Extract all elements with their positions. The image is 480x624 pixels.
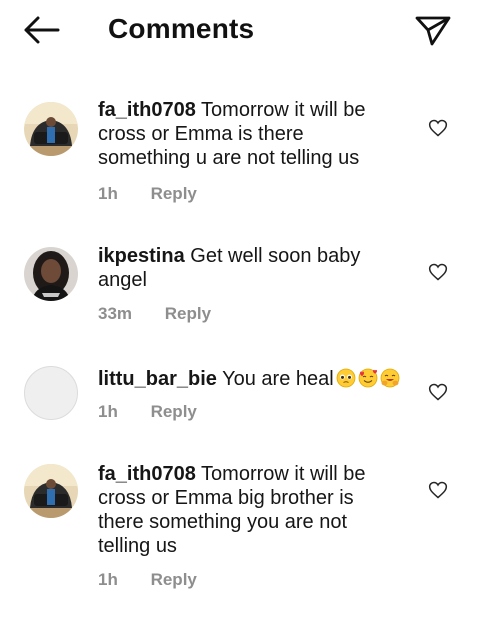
avatar[interactable]: [24, 247, 78, 301]
avatar[interactable]: [24, 464, 78, 518]
reply-button[interactable]: Reply: [151, 184, 197, 203]
heart-icon: [428, 119, 448, 137]
comment-message: You are heal: [222, 368, 334, 390]
comment-timestamp: 1h: [98, 184, 118, 203]
arrow-left-icon: [24, 16, 60, 44]
smiling-face-with-hearts-emoji: [358, 368, 378, 388]
reply-button[interactable]: Reply: [151, 570, 197, 589]
avatar[interactable]: [24, 102, 78, 156]
comment-text: fa_ith0708 Tomorrow it will be cross or …: [98, 98, 398, 170]
like-button[interactable]: [428, 118, 448, 138]
page-title: Comments: [108, 13, 255, 44]
comment-text: ikpestina Get well soon baby angel: [98, 244, 398, 292]
reply-button[interactable]: Reply: [151, 402, 197, 421]
heart-icon: [428, 383, 448, 401]
heart-icon: [428, 263, 448, 281]
avatar[interactable]: [24, 366, 78, 420]
comment-meta: 33m Reply: [98, 304, 211, 324]
back-button[interactable]: [18, 10, 66, 50]
comment-text: littu_bar_bie You are heal: [98, 367, 418, 391]
reply-button[interactable]: Reply: [165, 304, 211, 323]
comment-username[interactable]: fa_ith0708: [98, 99, 196, 121]
pleading-face-emoji: [336, 368, 356, 388]
comment-text: fa_ith0708 Tomorrow it will be cross or …: [98, 462, 398, 558]
comment-timestamp: 1h: [98, 402, 118, 421]
heart-icon: [428, 481, 448, 499]
hugging-face-emoji: [380, 368, 400, 388]
paper-plane-icon: [415, 16, 451, 46]
comment-timestamp: 33m: [98, 304, 133, 323]
like-button[interactable]: [428, 262, 448, 282]
comment-username[interactable]: ikpestina: [98, 245, 185, 267]
comment-meta: 1h Reply: [98, 184, 197, 204]
comment-username[interactable]: littu_bar_bie: [98, 368, 217, 390]
like-button[interactable]: [428, 480, 448, 500]
like-button[interactable]: [428, 382, 448, 402]
share-button[interactable]: [410, 10, 454, 50]
comment-meta: 1h Reply: [98, 402, 197, 422]
comment-timestamp: 1h: [98, 570, 118, 589]
comment-username[interactable]: fa_ith0708: [98, 463, 196, 485]
header-bar: Comments: [0, 0, 480, 62]
comment-meta: 1h Reply: [98, 570, 197, 590]
